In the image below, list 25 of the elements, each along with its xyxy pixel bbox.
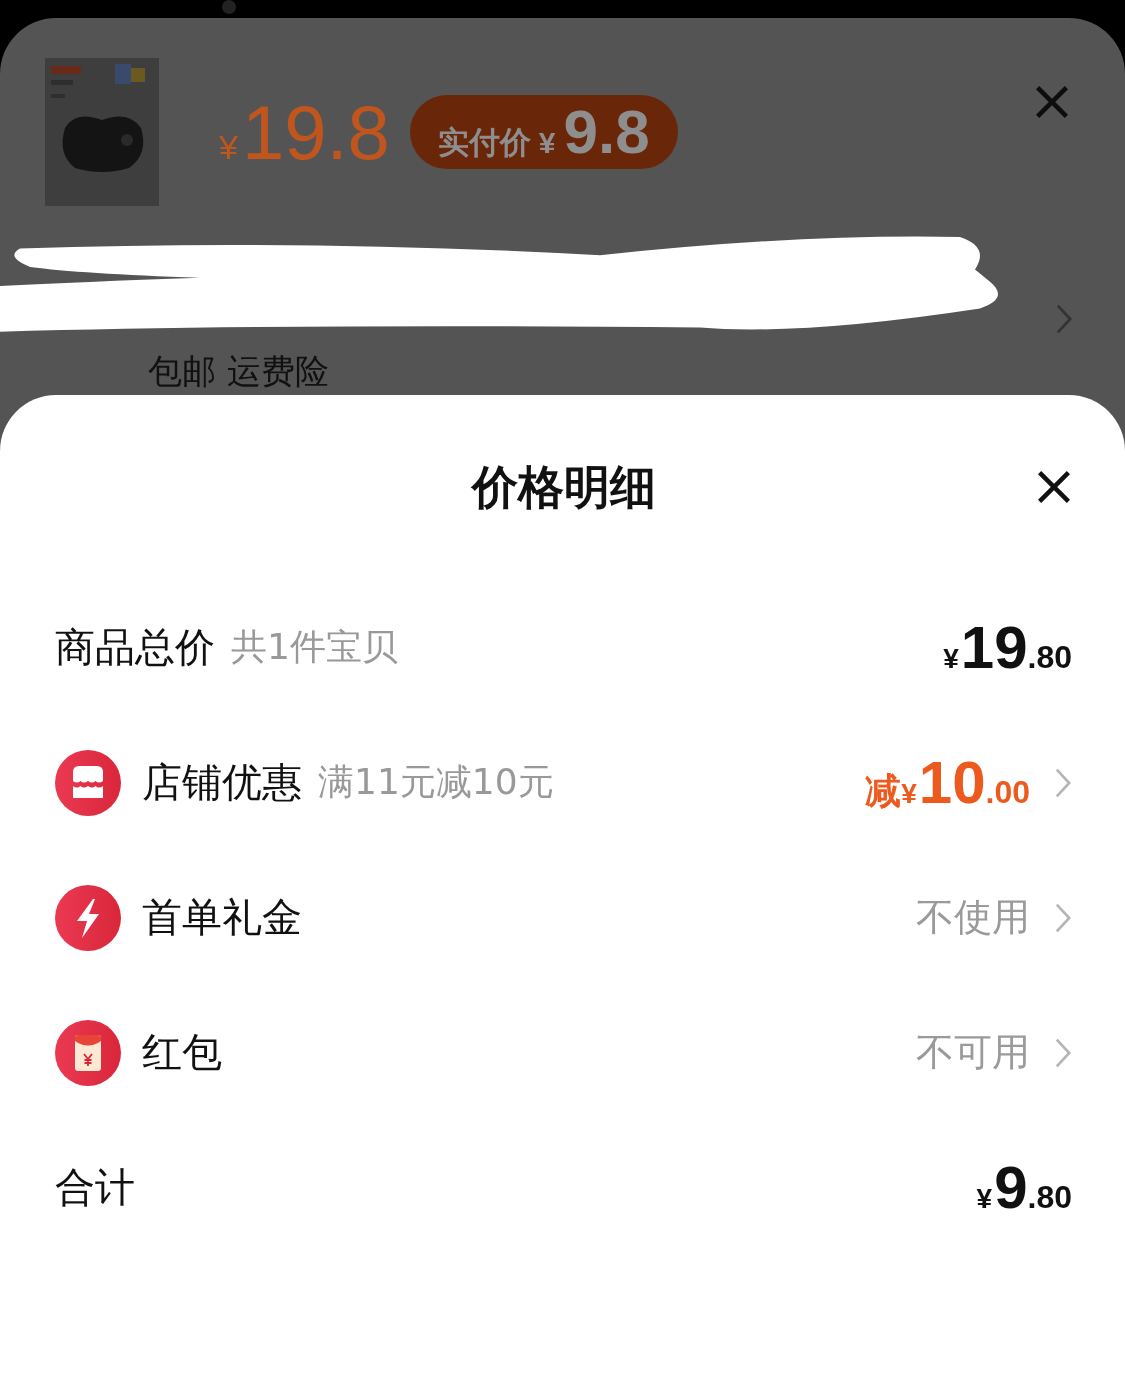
row-amount: 减¥10.00 xyxy=(865,748,1030,817)
row-label: 首单礼金 xyxy=(142,893,302,942)
row-label: 商品总价 xyxy=(55,623,215,672)
lightning-icon xyxy=(55,884,121,951)
camera-icon xyxy=(222,0,236,14)
row-value: 不可用 xyxy=(916,1029,1030,1076)
close-icon[interactable] xyxy=(1036,469,1072,505)
row-note: 满11元减10元 xyxy=(318,760,554,804)
row-value: 不使用 xyxy=(916,894,1030,941)
row-label: 红包 xyxy=(142,1028,222,1077)
chevron-icon[interactable] xyxy=(1054,1036,1072,1069)
row-note: 共1件宝贝 xyxy=(231,625,398,669)
pay-price-badge: 实付价 ¥9.8 xyxy=(409,95,678,169)
sheet-title: 价格明细 xyxy=(471,458,656,516)
row-amount: ¥9.80 xyxy=(976,1153,1072,1222)
chevron-icon[interactable] xyxy=(1054,901,1072,934)
row-amount: ¥19.80 xyxy=(943,613,1072,682)
chevron-icon[interactable] xyxy=(1054,766,1072,799)
store-icon xyxy=(55,749,121,816)
chevron-icon[interactable] xyxy=(1055,303,1073,335)
row-label: 店铺优惠 xyxy=(142,758,302,807)
shipping-text: 包邮 运费险 xyxy=(148,351,329,391)
row-label: 合计 xyxy=(55,1163,135,1212)
envelope-icon xyxy=(55,1019,121,1086)
product-price: ¥19.8 xyxy=(219,88,390,176)
